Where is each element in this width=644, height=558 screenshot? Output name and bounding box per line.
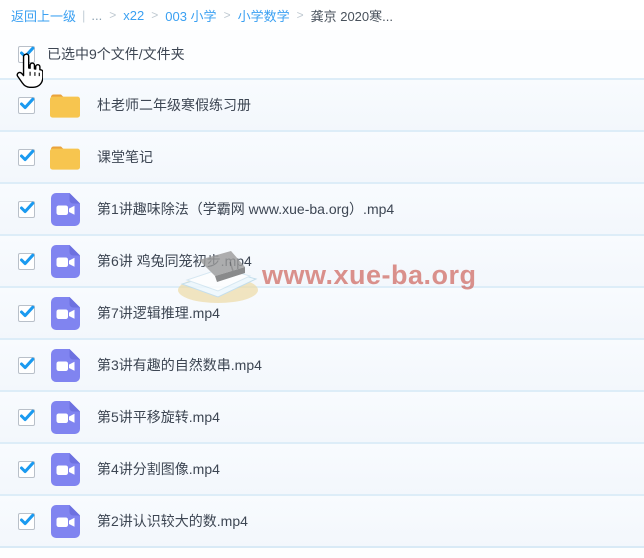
checkmark-icon <box>18 251 36 269</box>
video-file-icon <box>51 245 80 278</box>
breadcrumb-item-003-primary[interactable]: 003 小学 <box>165 6 216 25</box>
breadcrumb-item-x22[interactable]: x22 <box>123 8 144 23</box>
breadcrumb-item-primary-math[interactable]: 小学数学 <box>238 6 290 25</box>
file-name: 第4讲分割图像.mp4 <box>97 459 220 479</box>
file-name: 第5讲平移旋转.mp4 <box>97 407 220 427</box>
video-file-icon <box>51 349 80 382</box>
file-manager-screen: 返回上一级 | ... > x22 > 003 小学 > 小学数学 > 龚京 2… <box>0 0 644 558</box>
file-list: 杜老师二年级寒假练习册 课堂笔记 <box>0 78 644 546</box>
list-item[interactable]: 第1讲趣味除法（学霸网 www.xue-ba.org）.mp4 <box>0 182 644 234</box>
bottom-strip <box>0 546 644 558</box>
chevron-right-icon: > <box>224 8 231 22</box>
row-checkbox[interactable] <box>18 201 35 218</box>
checkmark-icon <box>18 147 36 165</box>
folder-icon <box>49 92 81 119</box>
checkmark-icon <box>18 95 36 113</box>
video-file-icon <box>51 453 80 486</box>
select-all-checkbox[interactable] <box>18 46 35 63</box>
row-checkbox[interactable] <box>18 513 35 530</box>
breadcrumb-back-link[interactable]: 返回上一级 <box>11 6 76 25</box>
file-name: 杜老师二年级寒假练习册 <box>97 95 251 115</box>
list-item[interactable]: 课堂笔记 <box>0 130 644 182</box>
row-checkbox[interactable] <box>18 305 35 322</box>
breadcrumb-divider: | <box>82 8 85 23</box>
row-checkbox[interactable] <box>18 253 35 270</box>
list-item[interactable]: 第4讲分割图像.mp4 <box>0 442 644 494</box>
list-item[interactable]: 第7讲逻辑推理.mp4 <box>0 286 644 338</box>
file-name: 课堂笔记 <box>97 147 153 167</box>
video-file-icon <box>51 505 80 538</box>
selection-bar: 已选中9个文件/文件夹 <box>0 30 644 78</box>
file-name: 第6讲 鸡兔同笼初步.mp4 <box>97 251 252 271</box>
video-file-icon <box>51 297 80 330</box>
row-checkbox[interactable] <box>18 409 35 426</box>
row-checkbox[interactable] <box>18 149 35 166</box>
checkmark-icon <box>18 44 36 62</box>
row-checkbox[interactable] <box>18 357 35 374</box>
breadcrumb-ellipsis[interactable]: ... <box>91 8 102 23</box>
checkmark-icon <box>18 355 36 373</box>
row-checkbox[interactable] <box>18 461 35 478</box>
list-item[interactable]: 第3讲有趣的自然数串.mp4 <box>0 338 644 390</box>
list-item[interactable]: 第2讲认识较大的数.mp4 <box>0 494 644 546</box>
folder-icon <box>49 144 81 171</box>
chevron-right-icon: > <box>109 8 116 22</box>
checkmark-icon <box>18 407 36 425</box>
checkmark-icon <box>18 199 36 217</box>
list-item[interactable]: 杜老师二年级寒假练习册 <box>0 78 644 130</box>
checkmark-icon <box>18 303 36 321</box>
list-item[interactable]: 第5讲平移旋转.mp4 <box>0 390 644 442</box>
video-file-icon <box>51 401 80 434</box>
file-name: 第1讲趣味除法（学霸网 www.xue-ba.org）.mp4 <box>97 199 394 219</box>
selection-count-label: 已选中9个文件/文件夹 <box>47 44 185 64</box>
breadcrumb-current-folder: 龚京 2020寒... <box>311 6 393 25</box>
breadcrumb: 返回上一级 | ... > x22 > 003 小学 > 小学数学 > 龚京 2… <box>0 0 644 30</box>
file-name: 第7讲逻辑推理.mp4 <box>97 303 220 323</box>
list-item[interactable]: 第6讲 鸡兔同笼初步.mp4 <box>0 234 644 286</box>
row-checkbox[interactable] <box>18 97 35 114</box>
video-file-icon <box>51 193 80 226</box>
checkmark-icon <box>18 459 36 477</box>
chevron-right-icon: > <box>151 8 158 22</box>
file-name: 第3讲有趣的自然数串.mp4 <box>97 355 262 375</box>
chevron-right-icon: > <box>297 8 304 22</box>
file-name: 第2讲认识较大的数.mp4 <box>97 511 248 531</box>
checkmark-icon <box>18 511 36 529</box>
